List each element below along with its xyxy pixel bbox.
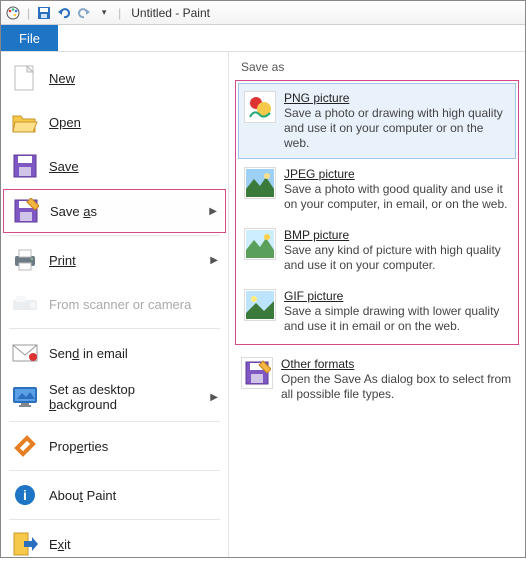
menu-properties[interactable]: Properties	[1, 424, 228, 468]
info-icon: i	[11, 481, 39, 509]
menu-save-as[interactable]: Save as ▶	[3, 189, 226, 233]
email-icon	[11, 339, 39, 367]
jpeg-icon	[244, 167, 276, 199]
format-jpeg-title: JPEG picture	[284, 167, 510, 182]
svg-text:i: i	[23, 487, 27, 503]
menu-save-label: Save	[49, 159, 79, 174]
menu-new[interactable]: New	[1, 56, 228, 100]
new-icon	[11, 64, 39, 92]
format-jpeg-desc: Save a photo with good quality and use i…	[284, 182, 510, 212]
title-bar: | ▾ | Untitled - Paint	[1, 1, 525, 25]
separator-icon: |	[27, 6, 30, 20]
file-tab-label: File	[19, 31, 40, 46]
png-icon	[244, 91, 276, 123]
menu-desktop-bg-label: Set as desktop background	[49, 382, 200, 412]
save-disk-icon	[11, 152, 39, 180]
file-menu-left: New Open Save Save as ▶ Prin	[1, 52, 229, 557]
chevron-right-icon: ▶	[210, 255, 218, 266]
format-bmp[interactable]: BMP picture Save any kind of picture wit…	[238, 220, 516, 281]
divider	[9, 519, 220, 520]
menu-save-as-label: Save as	[50, 204, 97, 219]
other-formats-icon	[241, 357, 273, 389]
save-as-submenu: Save as PNG picture Save a photo or draw…	[229, 52, 525, 557]
paint-app-icon	[5, 5, 21, 21]
format-other-title: Other formats	[281, 357, 513, 372]
format-jpeg[interactable]: JPEG picture Save a photo with good qual…	[238, 159, 516, 220]
print-icon	[11, 246, 39, 274]
format-png-title: PNG picture	[284, 91, 510, 106]
save-icon[interactable]	[36, 5, 52, 21]
menu-desktop-bg[interactable]: Set as desktop background ▶	[1, 375, 228, 419]
divider	[9, 470, 220, 471]
menu-new-label: New	[49, 71, 75, 86]
properties-icon	[11, 432, 39, 460]
menu-save[interactable]: Save	[1, 144, 228, 188]
chevron-right-icon: ▶	[210, 392, 218, 403]
gif-icon	[244, 289, 276, 321]
menu-about-label: About Paint	[49, 488, 116, 503]
menu-scanner: From scanner or camera	[1, 282, 228, 326]
menu-open[interactable]: Open	[1, 100, 228, 144]
formats-highlight-box: PNG picture Save a photo or drawing with…	[235, 80, 519, 345]
format-bmp-desc: Save any kind of picture with high quali…	[284, 243, 510, 273]
menu-properties-label: Properties	[49, 439, 108, 454]
exit-icon	[11, 530, 39, 558]
format-png[interactable]: PNG picture Save a photo or drawing with…	[238, 83, 516, 159]
menu-scanner-label: From scanner or camera	[49, 297, 191, 312]
divider	[9, 421, 220, 422]
menu-print-label: Print	[49, 253, 76, 268]
menu-send-email-label: Send in email	[49, 346, 128, 361]
window-title: Untitled - Paint	[131, 6, 210, 20]
undo-icon[interactable]	[56, 5, 72, 21]
save-as-section-title: Save as	[235, 58, 519, 80]
menu-exit[interactable]: Exit	[1, 522, 228, 566]
customize-qat-icon[interactable]: ▾	[96, 5, 112, 21]
separator-icon: |	[118, 6, 121, 20]
format-other-desc: Open the Save As dialog box to select fr…	[281, 372, 513, 402]
bmp-icon	[244, 228, 276, 260]
scanner-icon	[11, 290, 39, 318]
divider	[9, 235, 220, 236]
format-gif-desc: Save a simple drawing with lower quality…	[284, 304, 510, 334]
format-gif-title: GIF picture	[284, 289, 510, 304]
format-png-desc: Save a photo or drawing with high qualit…	[284, 106, 510, 151]
menu-send-email[interactable]: Send in email	[1, 331, 228, 375]
ribbon-tab-row: File	[1, 25, 525, 51]
menu-open-label: Open	[49, 115, 81, 130]
menu-print[interactable]: Print ▶	[1, 238, 228, 282]
menu-exit-label: Exit	[49, 537, 71, 552]
chevron-right-icon: ▶	[209, 206, 217, 217]
format-gif[interactable]: GIF picture Save a simple drawing with l…	[238, 281, 516, 342]
divider	[9, 328, 220, 329]
format-other[interactable]: Other formats Open the Save As dialog bo…	[235, 349, 519, 410]
file-menu-panel: New Open Save Save as ▶ Prin	[1, 51, 525, 557]
file-tab[interactable]: File	[1, 25, 58, 51]
format-bmp-title: BMP picture	[284, 228, 510, 243]
open-icon	[11, 108, 39, 136]
save-as-icon	[12, 197, 40, 225]
menu-about[interactable]: i About Paint	[1, 473, 228, 517]
redo-icon[interactable]	[76, 5, 92, 21]
desktop-icon	[11, 383, 39, 411]
